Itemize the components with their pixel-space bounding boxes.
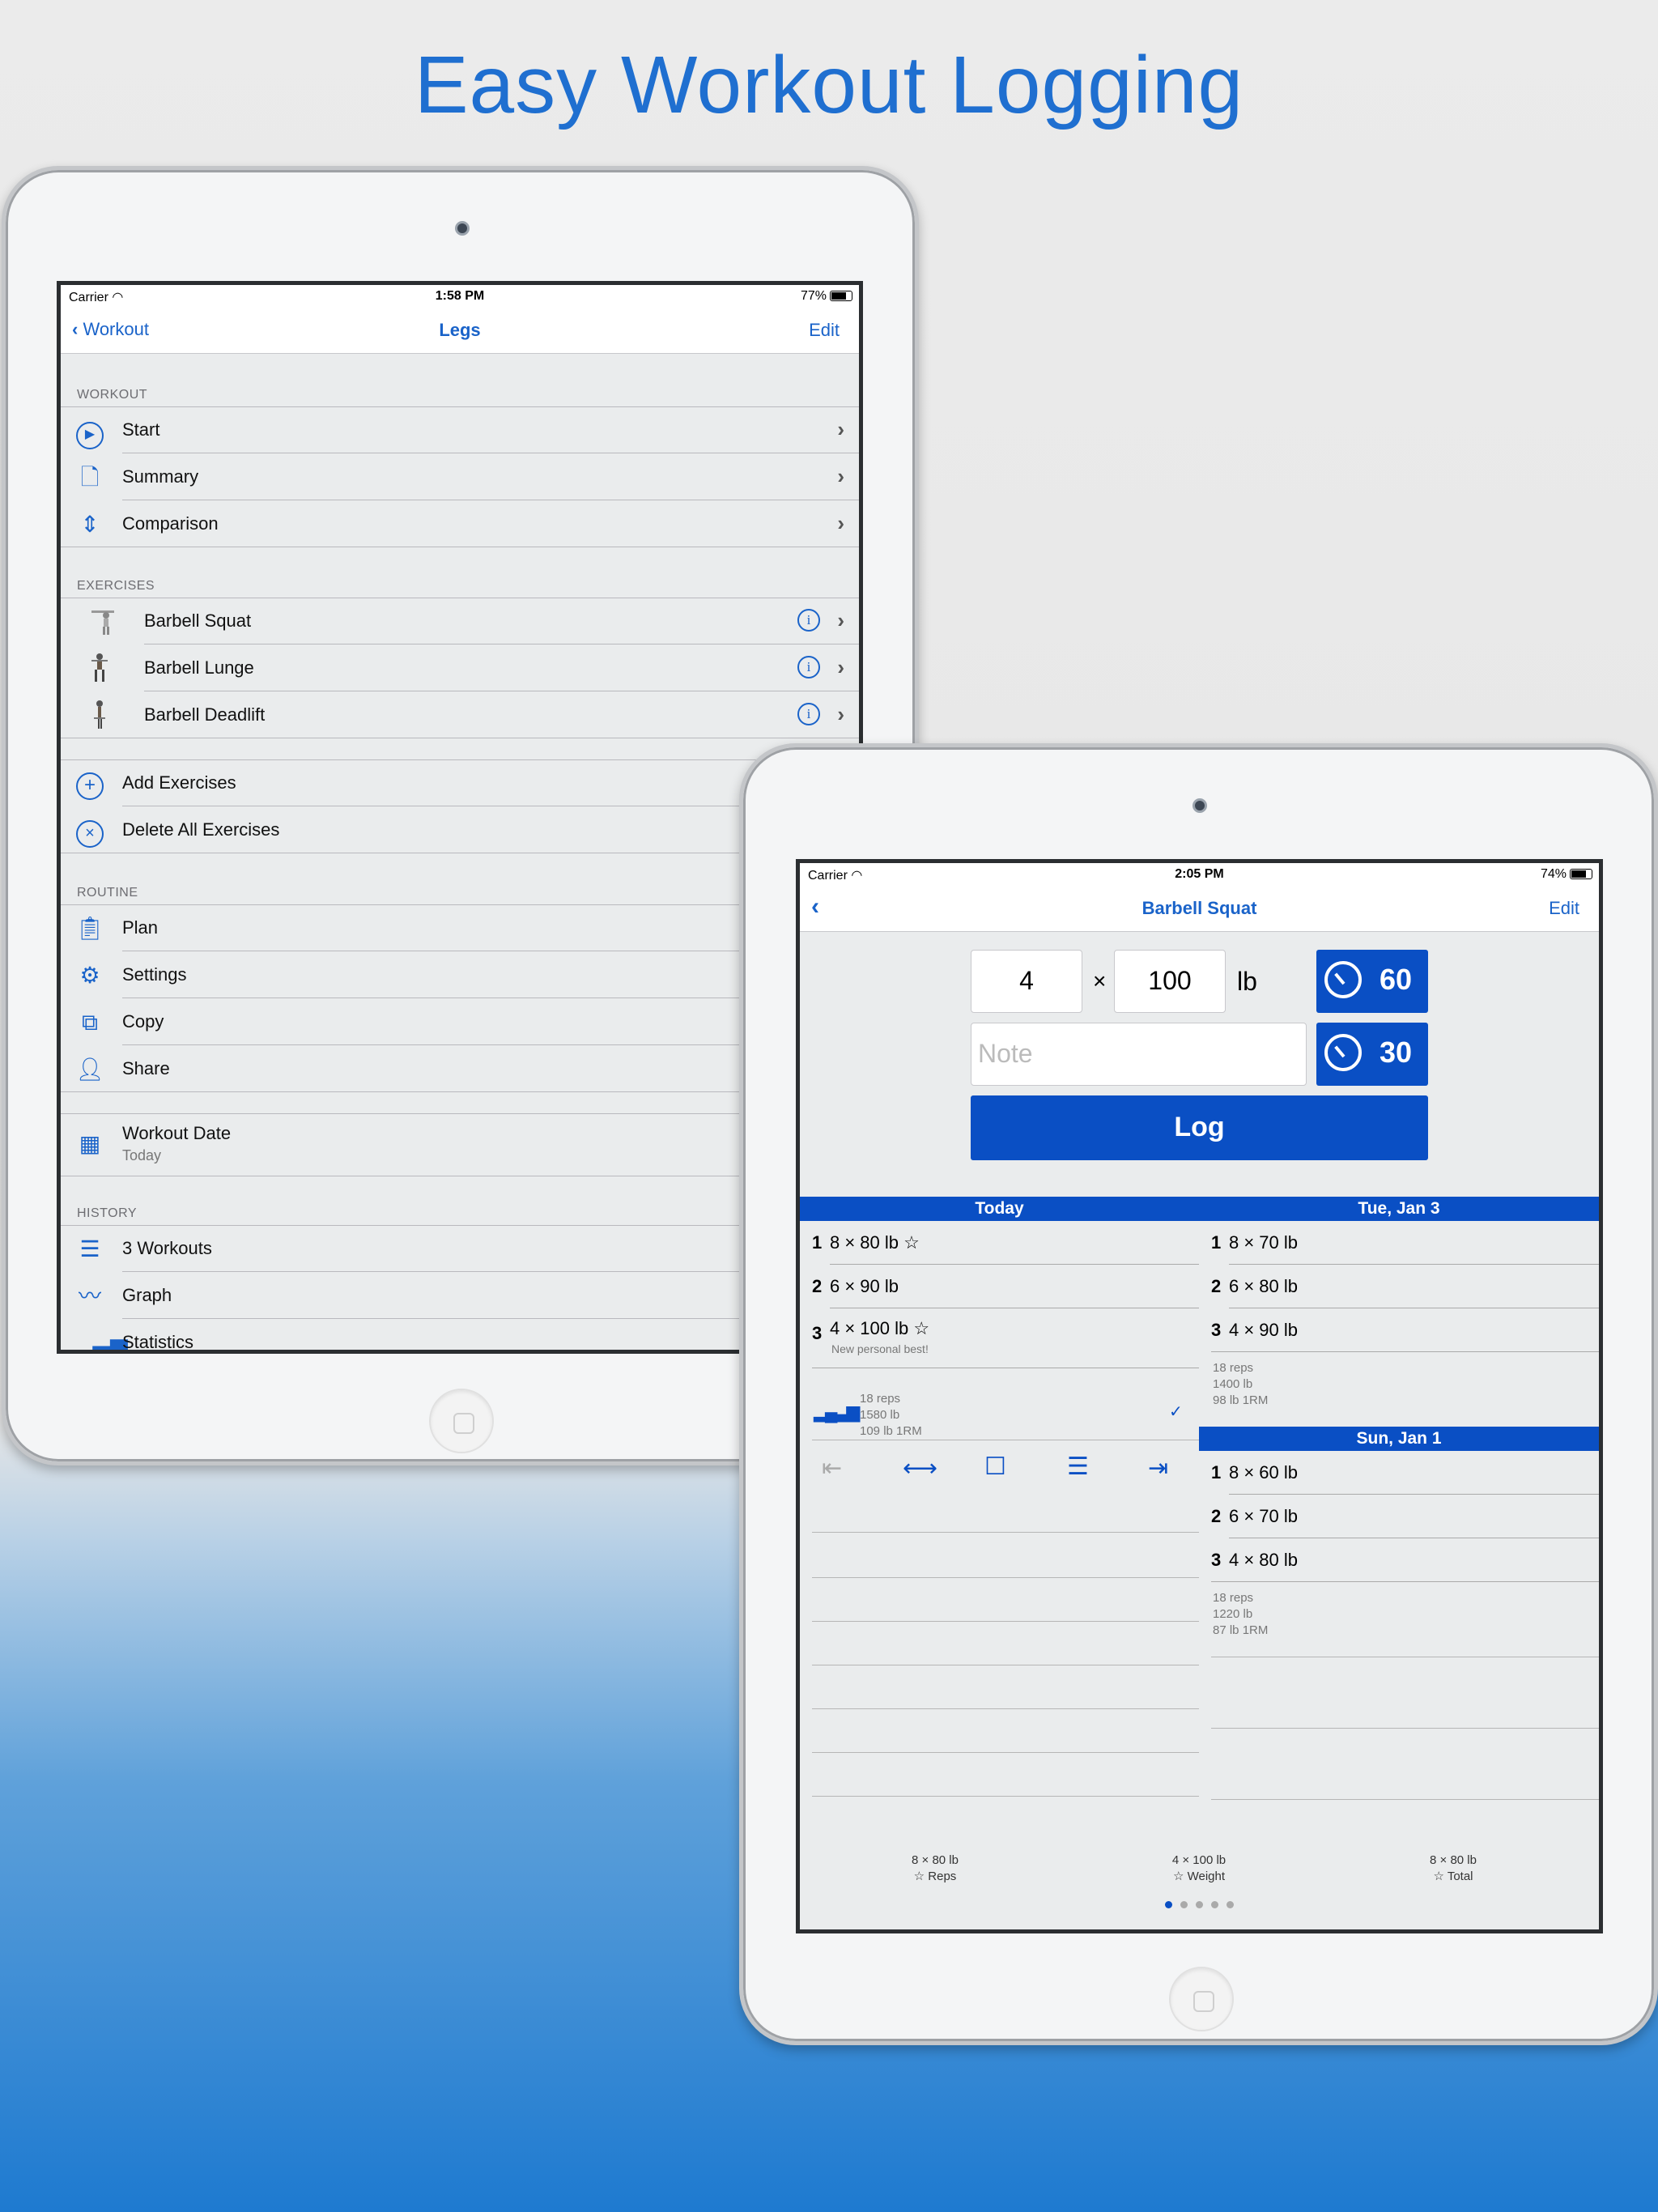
status-time: 1:58 PM — [435, 289, 485, 303]
times-sign: × — [1093, 968, 1107, 993]
barbell-deadlift-figure-icon — [94, 700, 105, 729]
today-summary: 18 reps 1580 lb 109 lb 1RM — [860, 1392, 922, 1438]
column-header-sun-jan-1: Sun, Jan 1 — [1199, 1427, 1599, 1451]
right-ipad-screen: Carrier ◠ 2:05 PM 74% ‹ Barbell Squat Ed… — [796, 859, 1603, 1933]
battery-indicator: 74% — [1541, 867, 1592, 882]
up-down-arrow-icon: ⇕ — [80, 512, 100, 537]
sun-set-1[interactable]: 18 × 60 lb — [1211, 1451, 1599, 1495]
chevron-right-icon: › — [837, 608, 844, 632]
left-ipad-home-button — [429, 1389, 494, 1453]
record-total: 8 × 80 lb ☆ Total — [1430, 1853, 1477, 1883]
battery-icon — [1570, 869, 1592, 880]
battery-indicator: 77% — [801, 289, 852, 304]
timer-icon — [1324, 961, 1362, 998]
section-header-routine: ROUTINE — [77, 886, 138, 900]
rest-timer-30-button[interactable]: 30 — [1316, 1023, 1428, 1086]
column-header-today: Today — [800, 1197, 1199, 1221]
record-weight: 4 × 100 lb ☆ Weight — [1171, 1853, 1226, 1883]
nav-bar: ‹ Workout Legs Edit — [61, 308, 859, 354]
bar-chart-icon: ▁▃▅ — [75, 1330, 128, 1354]
square-icon[interactable]: ☐ — [984, 1453, 1006, 1481]
page-dot — [1211, 1901, 1218, 1908]
last-set-icon[interactable]: ⇥ — [1148, 1454, 1168, 1482]
sun-summary: 18 reps 1220 lb 87 lb 1RM — [1213, 1591, 1269, 1637]
right-ipad-home-button — [1169, 1967, 1234, 2031]
chevron-right-icon: › — [837, 702, 844, 726]
row-comparison[interactable]: ⇕ Comparison › — [61, 500, 859, 547]
clipboard-icon: 📋︎ — [75, 916, 104, 941]
note-input[interactable]: Note — [971, 1023, 1307, 1086]
info-icon[interactable]: i — [797, 656, 820, 678]
chevron-right-icon: › — [837, 417, 844, 441]
nav-bar: ‹ Barbell Squat Edit — [800, 886, 1599, 932]
workout-date-value: Today — [122, 1147, 162, 1163]
document-icon: 🗋 — [80, 465, 100, 490]
status-time: 2:05 PM — [1175, 867, 1224, 881]
weight-input[interactable]: 100 — [1114, 950, 1226, 1013]
page-dot — [1180, 1901, 1188, 1908]
page-dot — [1196, 1901, 1203, 1908]
rest-timer-60-button[interactable]: 60 — [1316, 950, 1428, 1013]
status-bar: Carrier ◠ 1:58 PM 77% — [61, 285, 859, 308]
status-bar: Carrier ◠ 2:05 PM 74% — [800, 863, 1599, 886]
edit-button[interactable]: Edit — [809, 320, 840, 341]
plus-circle-icon: + — [75, 769, 104, 800]
tue-summary: 18 reps 1400 lb 98 lb 1RM — [1213, 1361, 1269, 1407]
today-set-3[interactable]: 34 × 100 lb ☆ New personal best! — [812, 1308, 1199, 1368]
log-button[interactable]: Log — [971, 1095, 1428, 1160]
info-icon[interactable]: i — [797, 703, 820, 725]
bar-chart-icon: ▂▄▃▆ — [814, 1402, 860, 1422]
left-ipad-camera — [455, 221, 470, 236]
nav-title: Legs — [439, 320, 481, 340]
today-set-2[interactable]: 26 × 90 lb — [812, 1265, 1199, 1308]
record-reps: 8 × 80 lb ☆ Reps — [912, 1853, 959, 1883]
list-icon: ☰ — [79, 1236, 100, 1261]
row-barbell-deadlift[interactable]: Barbell Deadlift i › — [61, 691, 859, 738]
reps-input[interactable]: 4 — [971, 950, 1082, 1013]
copy-icon: ⧉ — [82, 1010, 98, 1035]
line-graph-icon: 〰 — [78, 1283, 101, 1308]
row-summary[interactable]: 🗋 Summary › — [61, 453, 859, 500]
page-dot — [1165, 1901, 1172, 1908]
tue-set-1[interactable]: 18 × 70 lb — [1211, 1221, 1599, 1265]
section-header-exercises: EXERCISES — [77, 579, 155, 593]
chevron-right-icon: › — [837, 511, 844, 535]
edit-button[interactable]: Edit — [1549, 898, 1579, 919]
calendar-icon: ▦ — [79, 1131, 101, 1156]
row-barbell-squat[interactable]: Barbell Squat i › — [61, 598, 859, 644]
page-dot — [1226, 1901, 1234, 1908]
nav-title: Barbell Squat — [1141, 898, 1257, 918]
barbell-lunge-figure-icon — [91, 653, 108, 682]
info-icon[interactable]: i — [797, 609, 820, 632]
chevron-right-icon: › — [837, 655, 844, 679]
battery-icon — [830, 291, 852, 302]
today-set-1[interactable]: 18 × 80 lb ☆ — [812, 1221, 1199, 1265]
checkmark-icon: ✓ — [1169, 1403, 1183, 1421]
first-set-icon[interactable]: ⇤ — [822, 1454, 842, 1482]
row-start[interactable]: ▶ Start › — [61, 406, 859, 453]
barbell-squat-figure-icon — [91, 610, 114, 635]
x-circle-icon: × — [75, 816, 104, 848]
play-icon: ▶ — [75, 416, 104, 449]
row-barbell-lunge[interactable]: Barbell Lunge i › — [61, 644, 859, 691]
right-ipad-camera — [1192, 798, 1207, 813]
right-ipad: Carrier ◠ 2:05 PM 74% ‹ Barbell Squat Ed… — [739, 743, 1658, 2045]
headline: Easy Workout Logging — [414, 40, 1244, 130]
menu-icon[interactable]: ☰ — [1067, 1453, 1089, 1481]
weight-unit: lb — [1237, 967, 1257, 996]
sun-set-3[interactable]: 34 × 80 lb — [1211, 1538, 1599, 1582]
section-header-history: HISTORY — [77, 1206, 138, 1220]
sun-set-2[interactable]: 26 × 70 lb — [1211, 1495, 1599, 1538]
tue-set-2[interactable]: 26 × 80 lb — [1211, 1265, 1599, 1308]
chevron-right-icon: › — [837, 464, 844, 488]
page-indicator[interactable] — [800, 1898, 1599, 1911]
swap-icon[interactable]: ⟷ — [903, 1454, 937, 1482]
gear-icon: ⚙ — [79, 963, 100, 988]
personal-best-note: New personal best! — [831, 1342, 929, 1355]
section-header-workout: WORKOUT — [77, 388, 148, 402]
person-icon: 👤︎ — [75, 1057, 104, 1082]
column-header-tue-jan-3: Tue, Jan 3 — [1199, 1197, 1599, 1221]
tue-set-3[interactable]: 34 × 90 lb — [1211, 1308, 1599, 1352]
timer-icon — [1324, 1034, 1362, 1071]
